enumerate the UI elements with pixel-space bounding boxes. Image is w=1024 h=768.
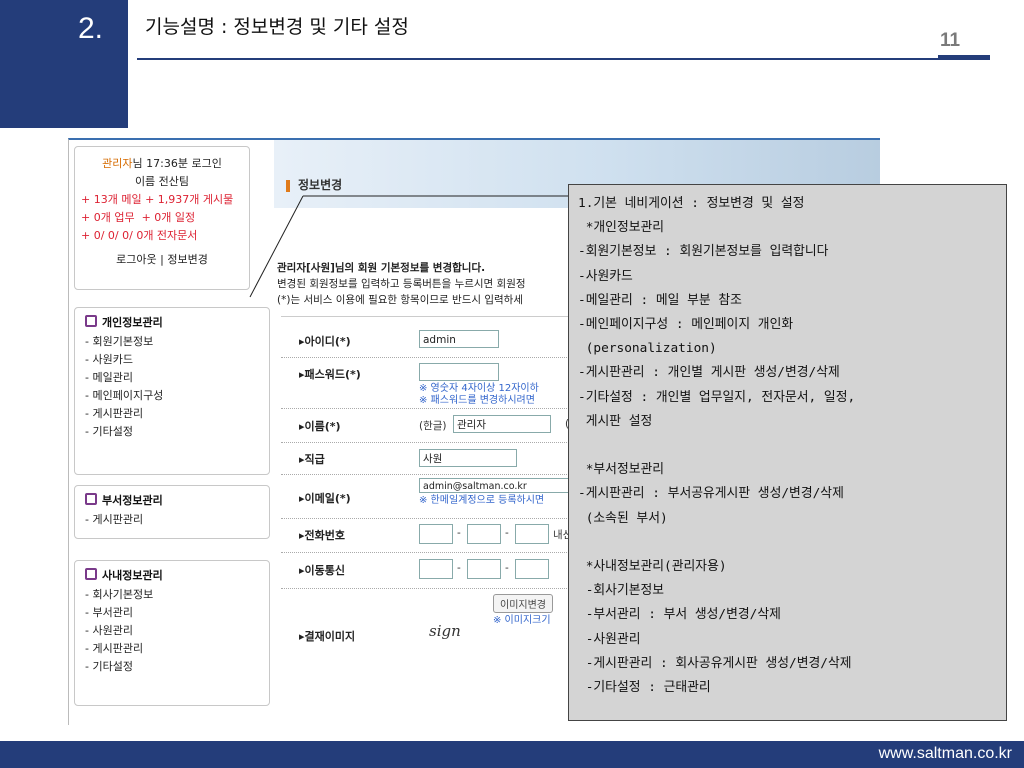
menu-item-employee-manage[interactable]: - 사원관리 <box>85 622 259 640</box>
menu-item-company-board[interactable]: - 게시판관리 <box>85 640 259 658</box>
name-prefix: (한글) <box>419 420 447 432</box>
title-rule <box>137 58 989 60</box>
description-line: -사원카드 <box>578 268 633 284</box>
signature-image: sign <box>429 622 461 640</box>
description-line: -메인페이지구성 : 메인페이지 개인화 <box>578 317 794 333</box>
description-line: *사내정보관리(관리자용) <box>578 559 727 575</box>
password-input[interactable] <box>419 363 499 381</box>
mobile-input-3[interactable] <box>515 559 549 579</box>
rank-label: ▸직급 <box>299 453 325 466</box>
description-line: -회사기본정보 <box>578 583 665 599</box>
dept-menu-title: 부서정보관리 <box>85 492 259 510</box>
login-panel: 관리자님 17:36분 로그인 이름 전산팀 + 13개 메일 + 1,937개… <box>74 146 250 290</box>
description-line: -게시판관리 : 개인별 게시판 생성/변경/삭제 <box>578 365 840 381</box>
description-line: 게시판 설정 <box>578 413 653 429</box>
slide-number-box: 2. <box>0 0 128 128</box>
intro-line-1: 관리자[사원]님의 회원 기본정보를 변경합니다. <box>277 262 486 274</box>
company-menu-title: 사내정보관리 <box>85 567 259 585</box>
dept-menu: 부서정보관리 - 게시판관리 <box>74 485 270 539</box>
docs-count[interactable]: + 0/ 0/ 0/ 0개 전자문서 <box>75 227 249 245</box>
description-line: -메일관리 : 메일 부분 참조 <box>578 292 742 308</box>
rank-input[interactable]: 사원 <box>419 449 517 467</box>
name-input[interactable]: 관리자 <box>453 415 551 433</box>
description-line: -부서관리 : 부서 생성/변경/삭제 <box>578 607 781 623</box>
menu-bullet-icon <box>85 568 97 580</box>
personal-menu: 개인정보관리 - 회원기본정보 - 사원카드 - 메일관리 - 메인페이지구성 … <box>74 307 270 475</box>
intro-line-2: 변경된 회원정보를 입력하고 등록버튼을 누르시면 회원정 <box>277 278 526 290</box>
menu-bullet-icon <box>85 315 97 327</box>
description-line: -게시판관리 : 회사공유게시판 생성/변경/삭제 <box>578 655 852 671</box>
description-line: *개인정보관리 <box>578 220 665 236</box>
sign-note: ※ 이미지크기 <box>493 615 551 626</box>
footer-bar: www.saltman.co.kr <box>0 741 1024 768</box>
schedule-count[interactable]: + 0개 일정 <box>142 211 196 224</box>
login-time: 님 17:36분 로그인 <box>132 157 222 170</box>
password-note-2: ※ 패스워드를 변경하시려면 <box>419 395 535 406</box>
phone-label: ▸전화번호 <box>299 529 346 542</box>
page-header: 정보변경 <box>298 178 343 192</box>
board-count[interactable]: + 1,937개 게시물 <box>145 193 233 206</box>
description-line <box>578 531 997 555</box>
slide-title: 기능설명 : 정보변경 및 기타 설정 <box>145 16 409 38</box>
menu-item-main-page[interactable]: - 메인페이지구성 <box>85 387 259 405</box>
phone-input-3[interactable] <box>515 524 549 544</box>
title-marker <box>286 180 290 192</box>
menu-bullet-icon <box>85 493 97 505</box>
phone-input-2[interactable] <box>467 524 501 544</box>
name-label: ▸이름(*) <box>299 420 341 433</box>
sign-label: ▸결재이미지 <box>299 630 356 643</box>
menu-item-company-info[interactable]: - 회사기본정보 <box>85 586 259 604</box>
menu-item-dept-board[interactable]: - 게시판관리 <box>85 511 259 529</box>
login-team: 이름 전산팀 <box>134 175 190 188</box>
description-line: 1.기본 네비게이션 : 정보변경 및 설정 <box>578 196 805 211</box>
mail-count[interactable]: + 13개 메일 <box>81 193 142 206</box>
description-line <box>578 434 997 458</box>
description-line: -기타설정 : 근태관리 <box>578 680 711 696</box>
description-line: (personalization) <box>578 341 717 357</box>
page-number-bar <box>938 55 990 60</box>
login-user[interactable]: 관리자 <box>102 157 132 170</box>
menu-item-dept-manage[interactable]: - 부서관리 <box>85 604 259 622</box>
footer-url[interactable]: www.saltman.co.kr <box>879 745 1012 763</box>
company-menu: 사내정보관리 - 회사기본정보 - 부서관리 - 사원관리 - 게시판관리 - … <box>74 560 270 706</box>
password-label: ▸패스워드(*) <box>299 368 361 381</box>
menu-item-member-info[interactable]: - 회원기본정보 <box>85 333 259 351</box>
mobile-input-2[interactable] <box>467 559 501 579</box>
menu-item-board[interactable]: - 게시판관리 <box>85 405 259 423</box>
menu-item-company-etc[interactable]: - 기타설정 <box>85 658 259 676</box>
logout-links[interactable]: 로그아웃 | 정보변경 <box>75 251 249 269</box>
slide-number: 2. <box>78 12 104 45</box>
description-line: -게시판관리 : 부서공유게시판 생성/변경/삭제 <box>578 486 844 502</box>
mobile-label: ▸이동통신 <box>299 564 346 577</box>
menu-item-employee-card[interactable]: - 사원카드 <box>85 351 259 369</box>
id-input[interactable]: admin <box>419 330 499 348</box>
work-count[interactable]: + 0개 업무 <box>81 211 135 224</box>
email-label: ▸이메일(*) <box>299 492 351 505</box>
id-label: ▸아이디(*) <box>299 335 351 348</box>
description-line: -회원기본정보 : 회원기본정보를 입력합니다 <box>578 244 829 260</box>
description-box: 1.기본 네비게이션 : 정보변경 및 설정 *개인정보관리 -회원기본정보 : … <box>568 184 1007 721</box>
menu-item-etc[interactable]: - 기타설정 <box>85 423 259 441</box>
description-line: *부서정보관리 <box>578 462 665 478</box>
description-line: (소속된 부서) <box>578 510 668 526</box>
menu-item-mail[interactable]: - 메일관리 <box>85 369 259 387</box>
mobile-input-1[interactable] <box>419 559 453 579</box>
personal-menu-title: 개인정보관리 <box>85 314 259 332</box>
intro-line-3: (*)는 서비스 이용에 필요한 항목이므로 반드시 입력하세 <box>277 294 523 306</box>
description-line: -사원관리 <box>578 631 641 647</box>
page-number: 11 <box>940 30 961 51</box>
description-lines: 1.기본 네비게이션 : 정보변경 및 설정 *개인정보관리 -회원기본정보 : … <box>578 192 997 700</box>
email-input[interactable]: admin@saltman.co.kr <box>419 478 579 493</box>
phone-input-1[interactable] <box>419 524 453 544</box>
intro-text: 관리자[사원]님의 회원 기본정보를 변경합니다. 변경된 회원정보를 입력하고… <box>277 260 526 308</box>
change-image-button[interactable]: 이미지변경 <box>493 594 553 613</box>
email-note: ※ 한메일계정으로 등록하시면 <box>419 495 545 506</box>
description-line: -기타설정 : 개인별 업무일지, 전자문서, 일정, <box>578 389 856 405</box>
